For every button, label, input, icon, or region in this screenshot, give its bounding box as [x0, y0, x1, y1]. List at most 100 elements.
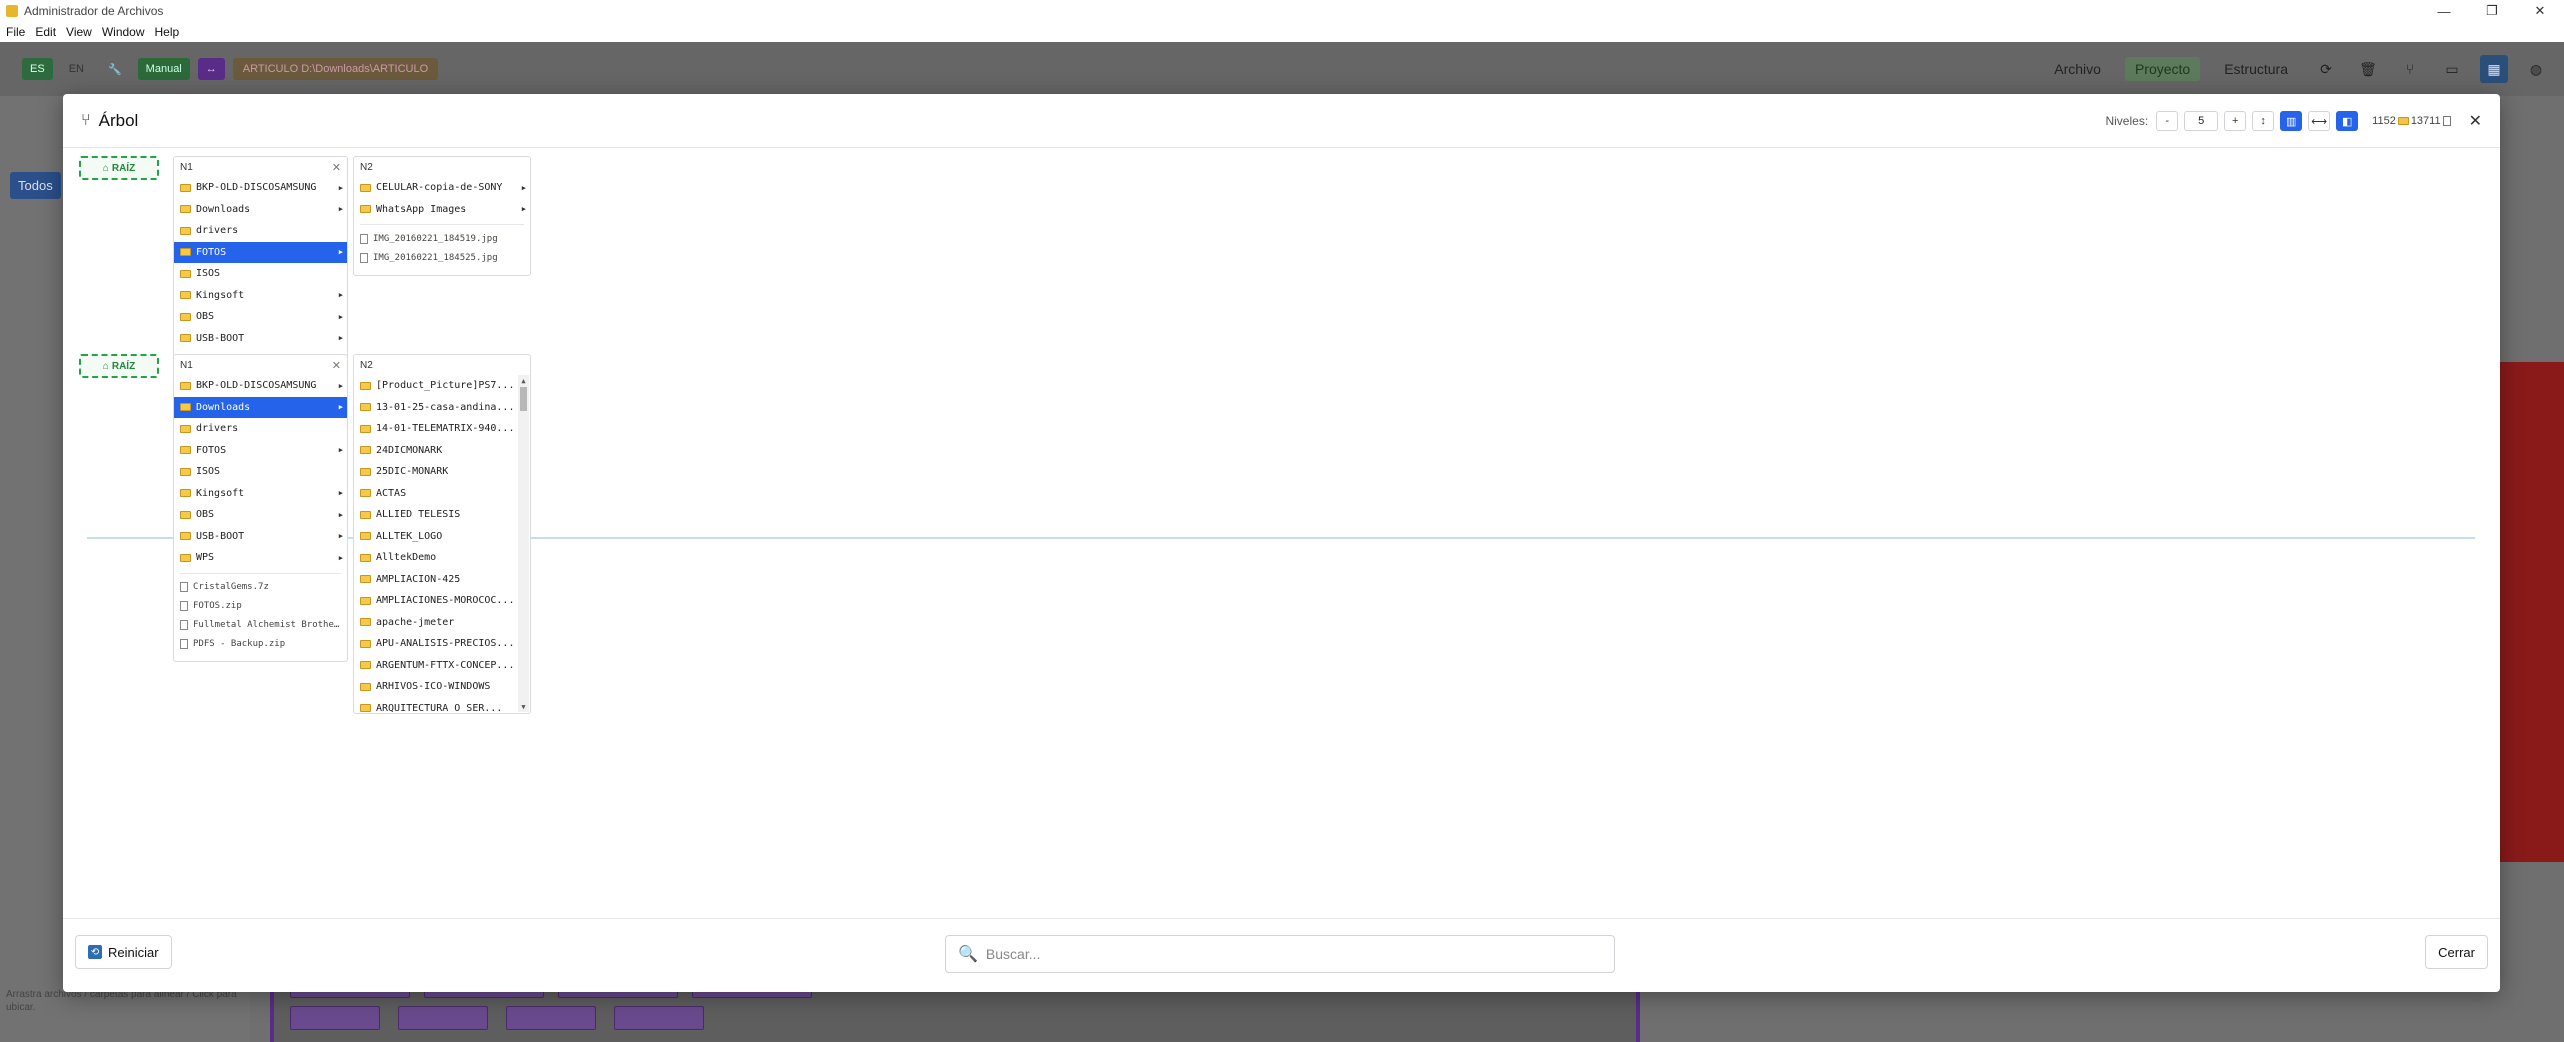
levels-label: Niveles:	[2105, 114, 2149, 128]
menu-help[interactable]: Help	[155, 25, 180, 39]
folder-name: ARHIVOS-ICO-WINDOWS	[376, 681, 491, 693]
reset-label: Reiniciar	[108, 944, 159, 960]
folder-item[interactable]: USB-BOOT ▶	[174, 526, 347, 548]
levels-increase-button[interactable]: +	[2224, 111, 2247, 131]
purple-toggle: ↔	[197, 58, 225, 80]
levels-decrease-button[interactable]: -	[2156, 111, 2179, 131]
folder-item[interactable]: ARHIVOS-ICO-WINDOWS	[354, 676, 530, 698]
folder-name: OBS	[196, 311, 215, 323]
reset-button[interactable]: ⟲ Reiniciar	[75, 935, 172, 969]
folder-item[interactable]: [Product_Picture]PS7...	[354, 375, 530, 397]
menu-edit[interactable]: Edit	[35, 25, 56, 39]
scroll-thumb[interactable]	[520, 387, 527, 411]
folder-icon	[180, 446, 191, 455]
folder-item[interactable]: BKP-OLD-DISCOSAMSUNG ▶	[174, 177, 347, 199]
close-column-icon[interactable]: ✕	[332, 161, 341, 174]
folder-item[interactable]: ARGENTUM-FTTX-CONCEP...	[354, 655, 530, 677]
folder-item[interactable]: Downloads ▶	[174, 396, 347, 418]
folder-item[interactable]: ISOS	[174, 263, 347, 285]
file-item[interactable]: IMG_20160221_184519.jpg	[354, 229, 530, 248]
folder-item[interactable]: OBS ▶	[174, 504, 347, 526]
close-column-icon[interactable]: ✕	[332, 359, 341, 372]
folder-item[interactable]: ACTAS	[354, 483, 530, 505]
levels-value[interactable]: 5	[2184, 111, 2219, 131]
folder-icon	[360, 467, 371, 476]
column-level-label: N2	[360, 359, 373, 371]
horizontal-layout-icon[interactable]: ⟷	[2308, 111, 2331, 131]
folder-item[interactable]: APU-ANALISIS-PRECIOS...	[354, 633, 530, 655]
minimize-icon[interactable]: —	[2420, 0, 2468, 22]
folder-item[interactable]: 14-01-TELEMATRIX-940...	[354, 418, 530, 440]
folder-name: ARGENTUM-FTTX-CONCEP...	[376, 659, 515, 671]
file-item[interactable]: Fullmetal Alchemist Brotherhood	[174, 616, 347, 635]
folder-item[interactable]: USB-BOOT ▶	[174, 328, 347, 350]
folder-item[interactable]: WhatsApp Images ▶	[354, 199, 530, 221]
file-count: 13711	[2410, 115, 2441, 127]
root-label: RAÍZ	[111, 360, 136, 372]
root-node[interactable]: ⌂ RAÍZ	[79, 156, 159, 180]
folder-item[interactable]: OBS ▶	[174, 306, 347, 328]
root-node[interactable]: ⌂ RAÍZ	[79, 354, 159, 378]
folder-item[interactable]: Downloads ▶	[174, 199, 347, 221]
folder-item[interactable]: FOTOS ▶	[174, 241, 347, 263]
folder-item[interactable]: 13-01-25-casa-andina...	[354, 397, 530, 419]
current-path: ARTICULO D:\Downloads\ARTICULO	[232, 58, 439, 80]
folder-icon	[360, 575, 371, 584]
file-item[interactable]: CristalGems.7z	[174, 578, 347, 597]
file-item[interactable]: IMG_20160221_184525.jpg	[354, 248, 530, 267]
close-icon[interactable]: ✕	[2469, 111, 2482, 131]
vertical-layout-icon[interactable]: ↕	[2252, 111, 2275, 131]
folder-icon	[360, 205, 371, 214]
menu-view[interactable]: View	[66, 25, 92, 39]
search-input[interactable]	[985, 946, 1586, 962]
sidebar-view-icon[interactable]: ◧	[2336, 111, 2359, 131]
folder-item[interactable]: 24DICMONARK	[354, 440, 530, 462]
modal-footer: ⟲ Reiniciar 🔍 Cerrar	[63, 918, 2500, 992]
close-button[interactable]: Cerrar	[2425, 935, 2488, 969]
folder-item[interactable]: AMPLIACION-425	[354, 569, 530, 591]
close-window-icon[interactable]: ✕	[2516, 0, 2564, 22]
scrollbar[interactable]: ▲ ▼	[518, 375, 529, 712]
folder-item[interactable]: apache-jmeter▶	[354, 612, 530, 634]
folder-name: FOTOS	[196, 246, 227, 258]
folder-item[interactable]: CELULAR-copia-de-SONY ▶	[354, 177, 530, 199]
expand-arrow-icon: ▶	[338, 334, 343, 343]
folder-item[interactable]: BKP-OLD-DISCOSAMSUNG ▶	[174, 375, 347, 397]
file-item[interactable]: FOTOS.zip	[174, 597, 347, 616]
folder-item[interactable]: Kingsoft ▶	[174, 483, 347, 505]
folder-item[interactable]: 25DIC-MONARK	[354, 461, 530, 483]
folder-name: FOTOS	[196, 444, 227, 456]
maximize-icon[interactable]: ❐	[2468, 0, 2516, 22]
folder-item[interactable]: Kingsoft ▶	[174, 285, 347, 307]
menu-file[interactable]: File	[6, 25, 25, 39]
panel-view-icon[interactable]: ▥	[2280, 111, 2303, 131]
folder-item[interactable]: drivers	[174, 220, 347, 242]
folder-item[interactable]: drivers	[174, 418, 347, 440]
expand-arrow-icon: ▶	[338, 381, 343, 390]
home-icon: ⌂	[102, 360, 109, 372]
root-label: RAÍZ	[111, 162, 136, 174]
folder-item[interactable]: FOTOS ▶	[174, 440, 347, 462]
expand-arrow-icon: ▶	[338, 248, 343, 257]
list-divider	[360, 224, 524, 225]
folder-item[interactable]: AMPLIACIONES-MOROCOC...	[354, 590, 530, 612]
modal-header: ⑂ Árbol Niveles: - 5 + ↕ ▥ ⟷ ◧ 1152 1371…	[63, 94, 2500, 148]
background-preview	[2490, 362, 2564, 862]
folder-item[interactable]: ISOS	[174, 461, 347, 483]
file-icon	[180, 620, 188, 630]
folder-item[interactable]: WPS ▶	[174, 547, 347, 569]
file-item[interactable]: PDFS - Backup.zip	[174, 635, 347, 654]
folder-item[interactable]: ALLIED TELESIS	[354, 504, 530, 526]
folder-item[interactable]: ARQUITECTURA O SER...▶	[354, 698, 530, 720]
menu-window[interactable]: Window	[102, 25, 145, 39]
scroll-down-icon[interactable]: ▼	[518, 701, 529, 712]
folder-name: [Product_Picture]PS7...	[376, 380, 515, 392]
search-field[interactable]: 🔍	[945, 935, 1615, 973]
folder-icon	[360, 446, 371, 455]
todos-button: Todos	[10, 172, 61, 199]
folder-name: USB-BOOT	[196, 332, 245, 344]
folder-item[interactable]: ALLTEK_LOGO	[354, 526, 530, 548]
folder-name: ARQUITECTURA O SER...	[376, 702, 503, 714]
scroll-up-icon[interactable]: ▲	[518, 375, 529, 386]
folder-item[interactable]: AlltekDemo▶	[354, 547, 530, 569]
